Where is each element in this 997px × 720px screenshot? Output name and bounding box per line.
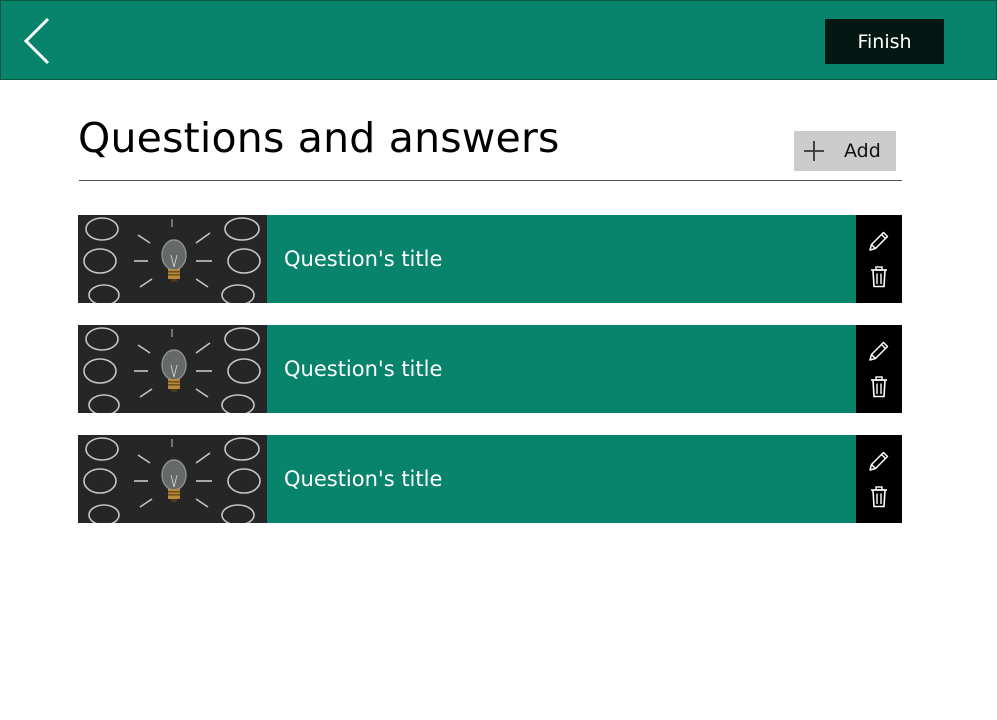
row-actions [856, 215, 902, 303]
pencil-icon [869, 231, 889, 251]
question-row: Question's title [78, 435, 902, 523]
delete-button[interactable] [865, 484, 893, 510]
question-row: Question's title [78, 325, 902, 413]
page-title: Questions and answers [78, 114, 560, 162]
delete-button[interactable] [865, 374, 893, 400]
row-actions [856, 325, 902, 413]
trash-icon [871, 376, 887, 398]
question-title: Question's title [284, 467, 443, 491]
lightbulb-image [78, 215, 267, 303]
delete-button[interactable] [865, 264, 893, 290]
chevron-left-icon [23, 17, 50, 65]
plus-icon [804, 141, 824, 161]
edit-button[interactable] [865, 448, 893, 474]
question-row-body[interactable]: Question's title [267, 435, 856, 523]
app-header: Finish [0, 0, 997, 80]
back-button[interactable] [15, 15, 59, 67]
edit-button[interactable] [865, 228, 893, 254]
title-divider [79, 180, 902, 181]
trash-icon [871, 486, 887, 508]
finish-button[interactable]: Finish [825, 19, 944, 64]
question-title: Question's title [284, 357, 443, 381]
edit-button[interactable] [865, 338, 893, 364]
question-list: Question's title Question's title Questi… [78, 215, 902, 545]
add-button[interactable]: Add [794, 131, 896, 171]
pencil-icon [869, 341, 889, 361]
trash-icon [871, 266, 887, 288]
row-actions [856, 435, 902, 523]
lightbulb-image [78, 325, 267, 413]
question-row-body[interactable]: Question's title [267, 325, 856, 413]
pencil-icon [869, 451, 889, 471]
lightbulb-image [78, 435, 267, 523]
question-row: Question's title [78, 215, 902, 303]
question-title: Question's title [284, 247, 443, 271]
question-row-body[interactable]: Question's title [267, 215, 856, 303]
add-button-label: Add [844, 140, 881, 162]
